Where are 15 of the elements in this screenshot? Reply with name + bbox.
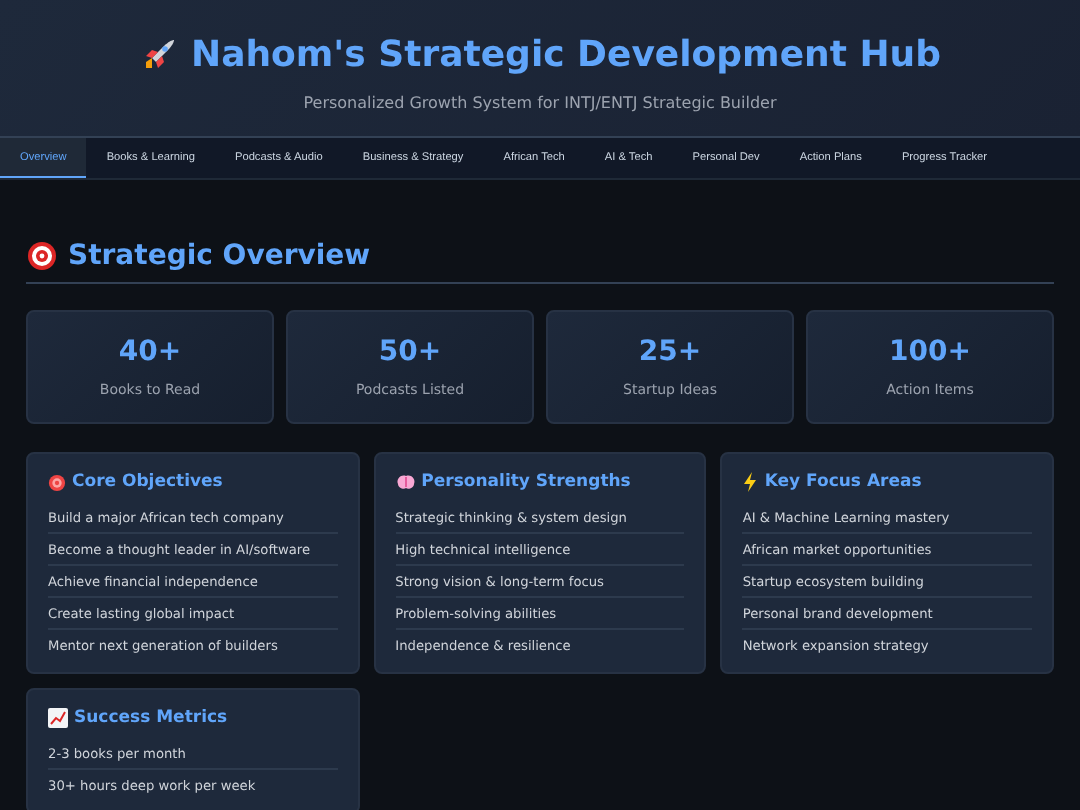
stat-value: 25+ — [638, 336, 702, 368]
target-icon — [26, 240, 58, 272]
page-title: Nahom's Strategic Development Hub — [191, 33, 941, 75]
chart-icon — [48, 708, 68, 728]
card-title: Success Metrics — [74, 708, 228, 728]
stat-value: 40+ — [118, 336, 182, 368]
stat-value: 100+ — [889, 336, 971, 368]
target-icon — [48, 473, 66, 491]
page-subtitle: Personalized Growth System for INTJ/ENTJ Strategic Builder — [303, 93, 777, 111]
lightning-icon — [742, 472, 759, 492]
stat-value: 50+ — [378, 336, 442, 368]
card-title: Core Objectives — [72, 472, 223, 492]
section-title: Strategic Overview — [68, 240, 371, 272]
card-title: Personality Strengths — [421, 472, 631, 492]
card-title: Key Focus Areas — [764, 472, 922, 492]
